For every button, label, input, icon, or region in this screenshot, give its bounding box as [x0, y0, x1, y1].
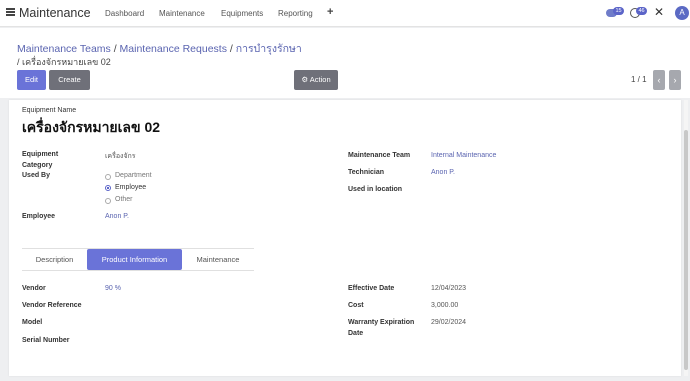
- menu-item-dashboard[interactable]: Dashboard: [105, 9, 144, 18]
- employee-value[interactable]: Anon P.: [105, 213, 129, 220]
- model-label: Model: [22, 319, 43, 326]
- radio-employee-label[interactable]: Employee: [115, 184, 146, 191]
- add-icon[interactable]: +: [327, 6, 333, 18]
- equipment-name[interactable]: เครื่องจักรหมายเลข 02: [22, 117, 160, 139]
- equipment-name-label: Equipment Name: [22, 107, 77, 114]
- employee-label: Employee: [22, 213, 56, 220]
- radio-other[interactable]: [105, 198, 111, 204]
- pager-value[interactable]: 1 / 1: [631, 75, 647, 84]
- tab-description[interactable]: Description: [22, 249, 87, 270]
- scrollbar-thumb[interactable]: [684, 130, 688, 370]
- breadcrumb-separator: /: [110, 43, 120, 55]
- breadcrumb-separator: /: [226, 43, 236, 55]
- avatar[interactable]: A: [675, 6, 689, 20]
- cost-value[interactable]: 3,000.00: [431, 302, 458, 309]
- location-label: Used in location: [348, 186, 403, 193]
- cost-label: Cost: [348, 302, 364, 309]
- warranty-label: Warranty Expiration: [348, 319, 415, 326]
- team-label: Maintenance Team: [348, 152, 411, 159]
- chat-badge: 15: [613, 7, 624, 15]
- breadcrumb-maintenance-teams[interactable]: Maintenance Teams: [17, 43, 111, 55]
- category-label: Equipment: [22, 151, 59, 158]
- warranty-value[interactable]: 29/02/2024: [431, 319, 466, 326]
- technician-label: Technician: [348, 169, 385, 176]
- used-by-label: Used By: [22, 172, 51, 179]
- breadcrumb-current-label: เครื่องจักรหมายเลข 02: [22, 57, 111, 67]
- serial-number-label: Serial Number: [22, 337, 70, 344]
- create-button[interactable]: Create: [49, 70, 90, 90]
- pager-next-button[interactable]: ›: [669, 70, 681, 90]
- effective-date-label: Effective Date: [348, 285, 395, 292]
- radio-department-label[interactable]: Department: [115, 172, 152, 179]
- tab-product-information[interactable]: Product Information: [87, 249, 182, 270]
- radio-other-label[interactable]: Other: [115, 196, 133, 203]
- tabs-bottom-line: [22, 270, 254, 271]
- vendor-value[interactable]: 90 %: [105, 285, 121, 292]
- vendor-label: Vendor: [22, 285, 46, 292]
- effective-date-value[interactable]: 12/04/2023: [431, 285, 466, 292]
- team-value[interactable]: Internal Maintenance: [431, 152, 496, 159]
- category-label-line2: Category: [22, 162, 53, 169]
- menu-icon[interactable]: [6, 8, 15, 16]
- edit-button[interactable]: Edit: [17, 70, 46, 90]
- category-value[interactable]: เครื่องจักร: [105, 151, 136, 162]
- menu-item-maintenance[interactable]: Maintenance: [159, 9, 205, 18]
- radio-department[interactable]: [105, 174, 111, 180]
- form-sheet: [9, 100, 681, 376]
- pager-previous-button[interactable]: ‹: [653, 70, 665, 90]
- breadcrumb-maintenance-thai[interactable]: การบำรุงรักษา: [236, 43, 302, 55]
- activity-badge: 46: [636, 7, 647, 15]
- menu-item-reporting[interactable]: Reporting: [278, 9, 313, 18]
- action-button[interactable]: ⚙ Action: [294, 70, 338, 90]
- technician-value[interactable]: Anon P.: [431, 169, 455, 176]
- app-title[interactable]: Maintenance: [19, 6, 91, 20]
- tab-maintenance[interactable]: Maintenance: [182, 249, 254, 270]
- warranty-label-line2: Date: [348, 330, 364, 337]
- breadcrumb-current: / เครื่องจักรหมายเลข 02: [17, 55, 111, 69]
- vendor-reference-label: Vendor Reference: [22, 302, 82, 309]
- close-icon[interactable]: ✕: [654, 5, 664, 19]
- radio-employee[interactable]: [105, 185, 111, 191]
- breadcrumb-maintenance-requests[interactable]: Maintenance Requests: [120, 43, 227, 55]
- menu-item-equipments[interactable]: Equipments: [221, 9, 263, 18]
- top-navbar: Maintenance Dashboard Maintenance Equipm…: [0, 0, 690, 27]
